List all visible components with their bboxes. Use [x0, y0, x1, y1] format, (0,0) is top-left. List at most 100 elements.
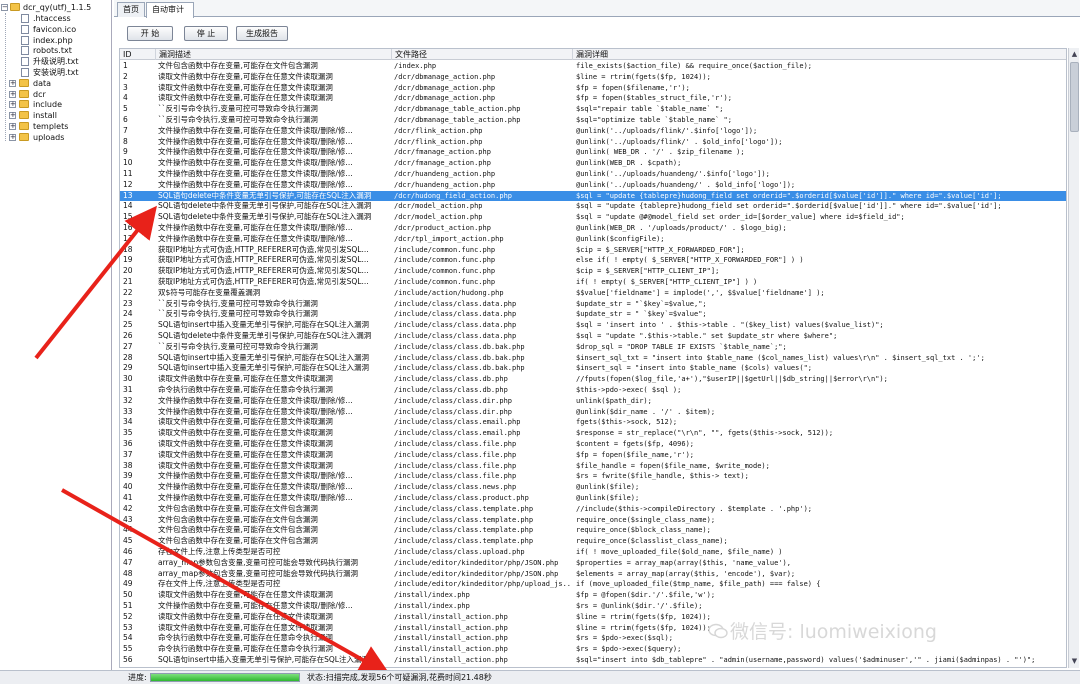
table-row[interactable]: 38 读取文件函数中存在变量,可能存在任意文件读取漏洞/include/class… — [120, 461, 1066, 472]
cell-description: SQL语句insert中插入变量无单引号保护,可能存在SQL注入漏洞 — [158, 363, 369, 373]
folder-icon — [19, 111, 29, 120]
cell-id: 55 — [123, 644, 133, 654]
table-row[interactable]: 6 ``反引号命令执行,变量可控可导致命令执行漏洞/dcr/dbmanage_ta… — [120, 115, 1066, 126]
cell-file-path: /include/class/class.file.php — [394, 440, 517, 448]
cell-file-path: /install/index.php — [394, 591, 470, 600]
column-header-description[interactable]: 漏洞描述 — [156, 49, 392, 60]
table-row[interactable]: 33 文件操作函数中存在变量,可能存在任意文件读取/删除/修... /include… — [120, 407, 1066, 418]
table-row[interactable]: 12 文件操作函数中存在变量,可能存在任意文件读取/删除/修... /dcr/hua… — [120, 180, 1066, 191]
table-row[interactable]: 16 文件操作函数中存在变量,可能存在任意文件读取/删除/修... /dcr/pro… — [120, 223, 1066, 234]
tree-item-label: index.php — [33, 35, 73, 45]
column-header-detail[interactable]: 漏洞详细 — [573, 49, 1066, 60]
table-row[interactable]: 18 获取IP地址方式可伪造,HTTP_REFERER可伪造,常见引发SQL...… — [120, 245, 1066, 256]
cell-detail: if( ! move_uploaded_file($old_name, $fil… — [576, 548, 783, 556]
table-row[interactable]: 34 读取文件函数中存在变量,可能存在任意文件读取漏洞/include/class… — [120, 417, 1066, 428]
table-row[interactable]: 47 array_map参数包含变量,变量可控可能会导致代码执行漏洞/includ… — [120, 558, 1066, 569]
start-button[interactable]: 开 始 — [127, 26, 173, 41]
table-row[interactable]: 15 SQL语句delete中条件变量无单引号保护,可能存在SQL注入漏洞/dcr… — [120, 212, 1066, 223]
table-row[interactable]: 23 ``反引号命令执行,变量可控可导致命令执行漏洞/include/class/… — [120, 299, 1066, 310]
table-row[interactable]: 14 SQL语句delete中条件变量无单引号保护,可能存在SQL注入漏洞/dcr… — [120, 201, 1066, 212]
file-tree[interactable]: − dcr_qy(utf)_1.1.5 .htaccess favicon.ico in… — [0, 0, 112, 670]
cell-id: 14 — [123, 201, 133, 211]
cell-file-path: /dcr/model_action.php — [394, 213, 483, 222]
cell-file-path: /install/index.php — [394, 602, 470, 610]
table-row[interactable]: 37 读取文件函数中存在变量,可能存在任意文件读取漏洞/include/class… — [120, 450, 1066, 461]
table-row[interactable]: 56 SQL语句insert中插入变量无单引号保护,可能存在SQL注入漏洞/ins… — [120, 655, 1066, 666]
table-row[interactable]: 32 文件操作函数中存在变量,可能存在任意文件读取/删除/修... /include… — [120, 396, 1066, 407]
expand-icon[interactable]: + — [9, 90, 16, 98]
table-row[interactable]: 48 array_map参数包含变量,变量可控可能会导致代码执行漏洞/includ… — [120, 569, 1066, 580]
collapse-icon[interactable]: − — [1, 4, 8, 11]
cell-file-path: /include/class/class.db.bak.php — [394, 353, 525, 362]
tab-home[interactable]: 首页 — [117, 2, 145, 17]
cell-id: 34 — [123, 417, 133, 427]
expand-icon[interactable]: + — [9, 123, 16, 130]
cell-file-path: /install/install_action.php — [394, 623, 508, 632]
generate-report-button[interactable]: 生成报告 — [236, 26, 288, 41]
scrollbar-thumb[interactable] — [1070, 62, 1079, 132]
table-row[interactable]: 41 文件操作函数中存在变量,可能存在任意文件读取/删除/修... /include… — [120, 493, 1066, 504]
vertical-scrollbar[interactable]: ▲ ▼ — [1068, 48, 1079, 668]
table-row[interactable]: 21 获取IP地址方式可伪造,HTTP_REFERER可伪造,常见引发SQL...… — [120, 277, 1066, 288]
cell-description: 文件包含函数中存在变量,可能存在文件包含漏洞 — [158, 525, 318, 535]
table-row[interactable]: 3 读取文件函数中存在变量,可能存在任意文件读取漏洞/dcr/dbmanage_a… — [120, 83, 1066, 94]
table-row[interactable]: 55 命令执行函数中存在变量,可能存在任意命令执行漏洞/install/insta… — [120, 644, 1066, 655]
column-header-id[interactable]: ID — [120, 49, 156, 60]
table-row[interactable]: 20 获取IP地址方式可伪造,HTTP_REFERER可伪造,常见引发SQL...… — [120, 266, 1066, 277]
table-row[interactable]: 8 文件操作函数中存在变量,可能存在任意文件读取/删除/修... /dcr/flin… — [120, 137, 1066, 148]
tree-item-label: include — [33, 100, 62, 110]
table-row[interactable]: 9 文件操作函数中存在变量,可能存在任意文件读取/删除/修... /dcr/fman… — [120, 147, 1066, 158]
stop-button[interactable]: 停 止 — [184, 26, 228, 41]
table-row[interactable]: 49 存在文件上传,注意上传类型是否可控/include/editor/kinde… — [120, 579, 1066, 590]
table-row[interactable]: 2 读取文件函数中存在变量,可能存在任意文件读取漏洞/dcr/dbmanage_a… — [120, 72, 1066, 83]
table-row[interactable]: 24 ``反引号命令执行,变量可控可导致命令执行漏洞/include/class/… — [120, 309, 1066, 320]
table-row[interactable]: 19 获取IP地址方式可伪造,HTTP_REFERER可伪造,常见引发SQL...… — [120, 255, 1066, 266]
expand-icon[interactable]: + — [9, 133, 16, 141]
cell-description: 文件包含函数中存在变量,可能存在文件包含漏洞 — [158, 536, 318, 546]
table-row[interactable]: 13 SQL语句delete中条件变量无单引号保护,可能存在SQL注入漏洞/dcr… — [120, 190, 1066, 202]
table-row[interactable]: 25 SQL语句insert中插入变量无单引号保护,可能存在SQL注入漏洞/inc… — [120, 320, 1066, 331]
scroll-up-icon[interactable]: ▲ — [1070, 49, 1079, 59]
table-row[interactable]: 11 文件操作函数中存在变量,可能存在任意文件读取/删除/修... /dcr/hua… — [120, 169, 1066, 180]
results-table[interactable]: ID 漏洞描述 文件路径 漏洞详细 1 文件包含函数中存在变量,可能存在文件包含漏… — [119, 48, 1067, 668]
table-row[interactable]: 42 文件包含函数中存在变量,可能存在文件包含漏洞/include/class/c… — [120, 504, 1066, 515]
column-header-file-path[interactable]: 文件路径 — [392, 49, 573, 60]
cell-detail: file_exists($action_file) && require_onc… — [576, 62, 813, 70]
table-row[interactable]: 28 SQL语句insert中插入变量无单引号保护,可能存在SQL注入漏洞/inc… — [120, 353, 1066, 364]
table-row[interactable]: 5 ``反引号命令执行,变量可控可导致命令执行漏洞/dcr/dbmanage_ta… — [120, 104, 1066, 115]
table-row[interactable]: 39 文件操作函数中存在变量,可能存在任意文件读取/删除/修... /include… — [120, 471, 1066, 482]
table-row[interactable]: 51 文件操作函数中存在变量,可能存在任意文件读取/删除/修... /install… — [120, 601, 1066, 612]
tree-item-label: templets — [33, 122, 69, 131]
table-row[interactable]: 27 ``反引号命令执行,变量可控可导致命令执行漏洞/include/class/… — [120, 342, 1066, 353]
table-row[interactable]: 31 命令执行函数中存在变量,可能存在任意命令执行漏洞/include/class… — [120, 385, 1066, 396]
table-row[interactable]: 17 文件操作函数中存在变量,可能存在任意文件读取/删除/修... /dcr/tpl… — [120, 234, 1066, 245]
cell-file-path: /install/install_action.php — [394, 656, 508, 664]
cell-file-path: /dcr/model_action.php — [394, 202, 483, 211]
expand-icon[interactable]: + — [9, 112, 16, 120]
table-row[interactable]: 26 SQL语句delete中条件变量无单引号保护,可能存在SQL注入漏洞/inc… — [120, 331, 1066, 342]
table-row[interactable]: 7 文件操作函数中存在变量,可能存在任意文件读取/删除/修... /dcr/flin… — [120, 126, 1066, 137]
tree-item-label: data — [33, 78, 52, 88]
expand-icon[interactable]: + — [9, 101, 16, 109]
cell-detail: $rs = @unlink($dir.'/'.$file); — [576, 602, 703, 610]
table-row[interactable]: 46 存在文件上传,注意上传类型是否可控/include/class/class.… — [120, 547, 1066, 558]
scroll-down-icon[interactable]: ▼ — [1070, 656, 1079, 666]
table-row[interactable]: 40 文件操作函数中存在变量,可能存在任意文件读取/删除/修... /include… — [120, 482, 1066, 493]
table-row[interactable]: 50 读取文件函数中存在变量,可能存在任意文件读取漏洞/install/index… — [120, 590, 1066, 601]
table-row[interactable]: 4 读取文件函数中存在变量,可能存在任意文件读取漏洞/dcr/dbmanage_a… — [120, 93, 1066, 104]
table-row[interactable]: 45 文件包含函数中存在变量,可能存在文件包含漏洞/include/class/c… — [120, 536, 1066, 547]
table-row[interactable]: 1 文件包含函数中存在变量,可能存在文件包含漏洞/index.php file_ex… — [120, 61, 1066, 72]
table-row[interactable]: 30 读取文件函数中存在变量,可能存在任意文件读取漏洞/include/class… — [120, 374, 1066, 385]
table-row[interactable]: 36 读取文件函数中存在变量,可能存在任意文件读取漏洞/include/class… — [120, 439, 1066, 450]
expand-icon[interactable]: + — [9, 79, 16, 87]
table-row[interactable]: 44 文件包含函数中存在变量,可能存在文件包含漏洞/include/class/c… — [120, 525, 1066, 536]
file-icon — [21, 14, 29, 23]
table-row[interactable]: 22 双$符号可能存在变量覆盖漏洞/include/action/hudong.p… — [120, 288, 1066, 299]
table-row[interactable]: 10 文件操作函数中存在变量,可能存在任意文件读取/删除/修... /dcr/fma… — [120, 158, 1066, 169]
table-row[interactable]: 29 SQL语句insert中插入变量无单引号保护,可能存在SQL注入漏洞/inc… — [120, 363, 1066, 374]
tab-auto-audit[interactable]: 自动审计 — [146, 2, 194, 18]
table-row[interactable]: 43 文件包含函数中存在变量,可能存在文件包含漏洞/include/class/c… — [120, 515, 1066, 526]
cell-id: 5 — [123, 104, 128, 114]
table-row[interactable]: 35 读取文件函数中存在变量,可能存在任意文件读取漏洞/include/class… — [120, 428, 1066, 439]
cell-detail: $sql = "update @#@model_field set order_… — [576, 213, 905, 222]
